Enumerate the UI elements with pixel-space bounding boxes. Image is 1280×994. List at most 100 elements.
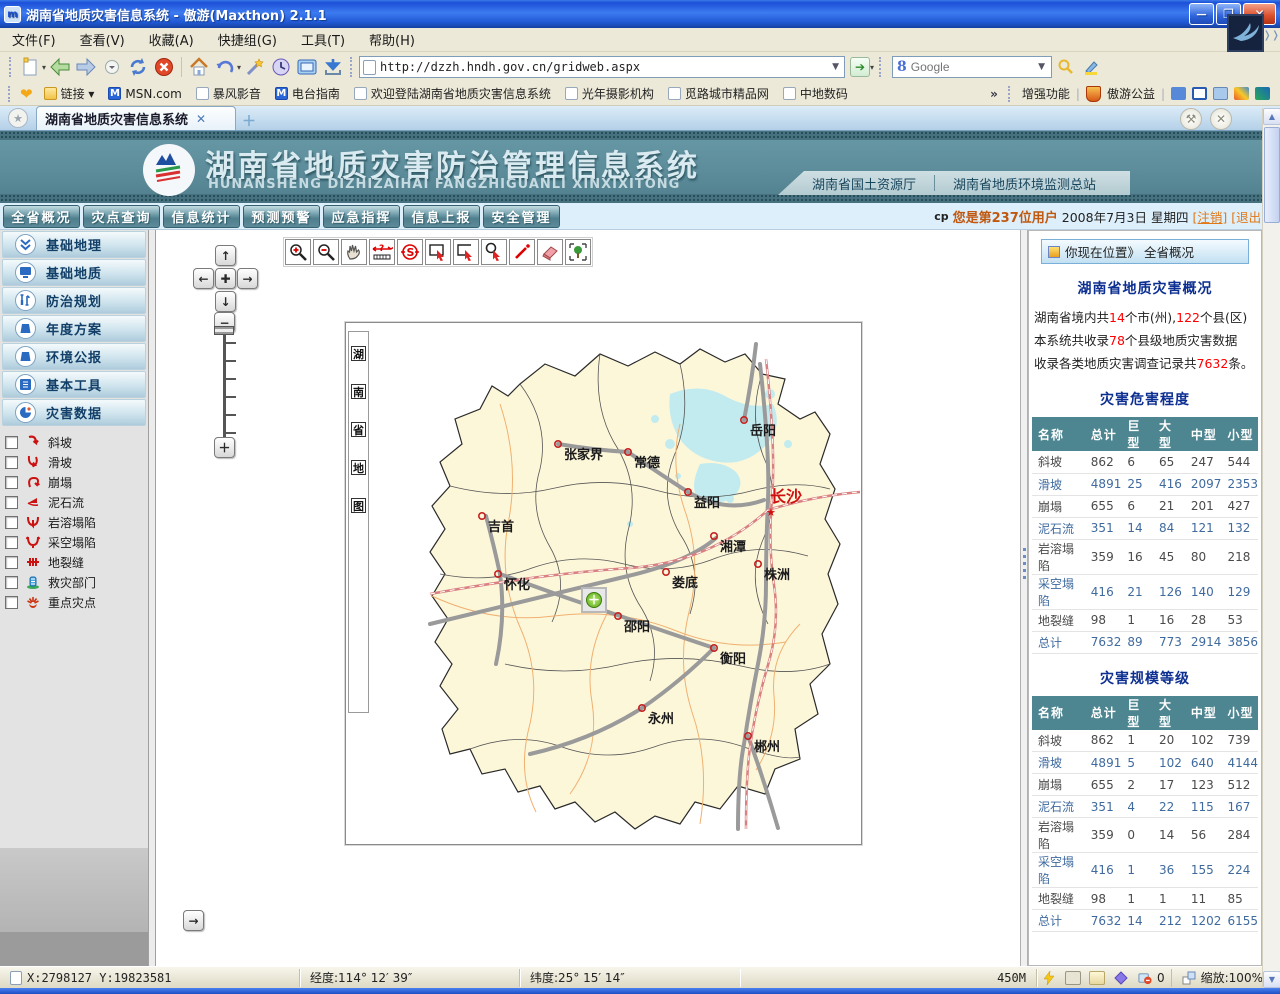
highlight-button[interactable]	[1080, 55, 1104, 79]
links-bar-item-1[interactable]: MMSN.com	[101, 85, 188, 103]
new-tab-button[interactable]: ＋	[242, 111, 260, 127]
tab-list-star-icon[interactable]: ★	[8, 108, 28, 128]
zoom-slider-handle[interactable]	[214, 326, 234, 335]
layer-checkbox[interactable]	[5, 596, 18, 609]
nav-tab-0[interactable]: 全省概况	[3, 205, 80, 228]
gem-icon[interactable]	[1113, 971, 1129, 985]
magic-fill-button[interactable]	[243, 55, 267, 79]
layer-checkbox[interactable]	[5, 476, 18, 489]
nav-tab-3[interactable]: 预测预警	[243, 205, 320, 228]
pan-up-button[interactable]: ↑	[215, 245, 236, 266]
tab-active[interactable]: 湖南省地质灾害信息系统 ✕	[36, 106, 236, 130]
stop-button[interactable]	[152, 55, 176, 79]
menu-item-1[interactable]: 查看(V)	[68, 27, 137, 52]
select-circle-tool-button[interactable]	[481, 239, 507, 265]
zoom-in-tool-button[interactable]	[285, 239, 311, 265]
url-dropdown-icon[interactable]: ▼	[830, 62, 841, 72]
menu-item-3[interactable]: 快捷组(G)	[206, 27, 289, 52]
notes-icon[interactable]	[1213, 87, 1228, 100]
sidebar-group-0[interactable]: 基础地理	[2, 231, 146, 258]
hunan-map[interactable]: 张家界常德岳阳益阳★长沙吉首怀化湘潭株洲娄底邵阳衡阳永州郴州	[370, 324, 862, 843]
nav-tab-1[interactable]: 灾点查询	[83, 205, 160, 228]
new-window-icon[interactable]	[1089, 971, 1105, 985]
scroll-up-button[interactable]: ▲	[1263, 108, 1280, 125]
capture-button[interactable]	[295, 55, 319, 79]
scroll-down-button[interactable]: ▼	[1263, 971, 1280, 988]
pan-tool-button[interactable]	[341, 239, 367, 265]
home-button[interactable]	[187, 55, 211, 79]
layer-checkbox[interactable]	[5, 536, 18, 549]
blocked-count-icon[interactable]	[1137, 971, 1153, 985]
links-overflow-icon[interactable]: »	[990, 87, 998, 101]
addressbar-grip[interactable]	[350, 57, 354, 77]
layer-checkbox[interactable]	[5, 556, 18, 569]
minimize-button[interactable]: －	[1189, 3, 1214, 25]
go-dropdown-icon[interactable]: ▾	[870, 63, 874, 72]
layer-checkbox[interactable]	[5, 516, 18, 529]
map-locate-button[interactable]: ＋	[581, 587, 607, 613]
search-box[interactable]: 8 ▼	[892, 56, 1052, 78]
links-bar-item-7[interactable]: 中地数码	[776, 83, 855, 104]
menu-item-0[interactable]: 文件(F)	[0, 27, 68, 52]
search-grip[interactable]	[879, 57, 883, 77]
exit-link[interactable]: [退出]	[1231, 207, 1266, 226]
links-bar-item-6[interactable]: 觅路城市精品网	[661, 83, 776, 104]
sidebar-group-6[interactable]: 灾害数据	[2, 399, 146, 426]
window-tool-icon[interactable]	[1192, 87, 1207, 100]
back-button[interactable]	[48, 55, 72, 79]
sidebar-group-1[interactable]: 基础地质	[2, 259, 146, 286]
nav-tab-6[interactable]: 安全管理	[483, 205, 560, 228]
new-page-dropdown-icon[interactable]: ▾	[42, 63, 46, 72]
history-clock-button[interactable]	[269, 55, 293, 79]
search-dropdown-icon[interactable]: ▼	[1036, 62, 1047, 72]
layer-checkbox[interactable]	[5, 456, 18, 469]
nav-tab-4[interactable]: 应急指挥	[323, 205, 400, 228]
sidebar-splitter[interactable]	[148, 230, 156, 966]
zoom-slider-plus-button[interactable]: ＋	[214, 437, 235, 458]
tab-close-icon[interactable]: ✕	[196, 112, 206, 126]
links-bar-item-0[interactable]: 链接 ▾	[37, 83, 102, 104]
layer-checkbox[interactable]	[5, 496, 18, 509]
menu-item-5[interactable]: 帮助(H)	[357, 27, 427, 52]
plugin-cube-icon[interactable]	[1255, 87, 1270, 100]
close-tabs-round-button[interactable]: ✕	[1210, 108, 1232, 130]
menu-item-2[interactable]: 收藏(A)	[137, 27, 206, 52]
eraser-tool-button[interactable]	[537, 239, 563, 265]
boost-lightning-icon[interactable]	[1041, 971, 1057, 985]
links-bar-item-5[interactable]: 光年摄影机构	[558, 83, 661, 104]
link-geo-monitor-station[interactable]: 湖南省地质环境监测总站	[935, 174, 1114, 193]
clip-rect-tool-button[interactable]	[453, 239, 479, 265]
links-bar-item-2[interactable]: 暴风影音	[189, 83, 268, 104]
menu-item-4[interactable]: 工具(T)	[289, 27, 357, 52]
search-go-icon[interactable]	[1054, 55, 1078, 79]
undo-button[interactable]	[213, 55, 237, 79]
sidebar-group-4[interactable]: 环境公报	[2, 343, 146, 370]
address-bar[interactable]: ▼	[359, 56, 845, 78]
panel-splitter[interactable]	[1020, 230, 1028, 966]
sidebar-group-3[interactable]: 年度方案	[2, 315, 146, 342]
scale-tool-button[interactable]: S	[397, 239, 423, 265]
select-rect-tool-button[interactable]	[425, 239, 451, 265]
scroll-thumb[interactable]	[1264, 127, 1280, 223]
resize-icon[interactable]	[1182, 971, 1196, 985]
favorites-heart-icon[interactable]: ❤	[20, 85, 33, 103]
forward-button[interactable]	[74, 55, 98, 79]
im-icon[interactable]	[1171, 87, 1186, 100]
link-land-resources[interactable]: 湖南省国土资源厅	[794, 174, 934, 193]
toolbar-collapse-icon[interactable]: ❭❭	[1263, 30, 1277, 44]
map-scroll-right-button[interactable]: →	[183, 910, 204, 931]
url-input[interactable]	[380, 60, 826, 74]
tools-round-button[interactable]: ⚒	[1180, 108, 1202, 130]
pan-right-button[interactable]: →	[237, 268, 258, 289]
sidebar-group-5[interactable]: 基本工具	[2, 371, 146, 398]
undo-dropdown-icon[interactable]: ▾	[237, 63, 241, 72]
download-button[interactable]	[321, 55, 345, 79]
nav-tab-5[interactable]: 信息上报	[403, 205, 480, 228]
enhance-features-link[interactable]: 增强功能	[1022, 85, 1070, 102]
refresh-button[interactable]	[126, 55, 150, 79]
search-input[interactable]	[911, 60, 1032, 74]
layer-checkbox[interactable]	[5, 576, 18, 589]
measure-tool-button[interactable]: ?	[369, 239, 395, 265]
pan-center-button[interactable]: ✚	[215, 268, 236, 289]
pens-icon[interactable]	[1234, 87, 1249, 100]
